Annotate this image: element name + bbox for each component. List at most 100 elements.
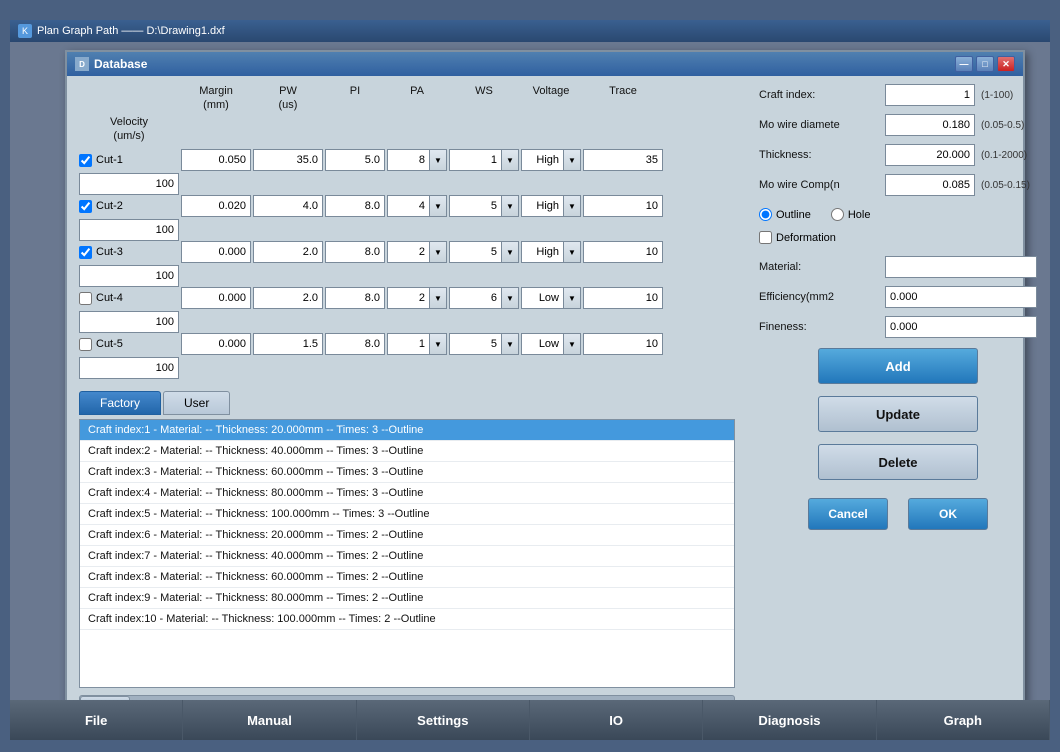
cut-checkbox-Cut-1[interactable] <box>79 154 92 167</box>
cut-margin-Cut-5[interactable] <box>181 333 251 355</box>
dialog-close-button[interactable]: ✕ <box>997 56 1015 72</box>
craft-index-input[interactable] <box>885 84 975 106</box>
cut-pa-arrow-Cut-3[interactable]: ▼ <box>429 241 447 263</box>
cut-pw-Cut-3[interactable] <box>253 241 323 263</box>
cut-ws-arrow-Cut-3[interactable]: ▼ <box>501 241 519 263</box>
material-input[interactable] <box>885 256 1037 278</box>
taskbar-item-manual[interactable]: Manual <box>183 700 356 740</box>
taskbar-item-diagnosis[interactable]: Diagnosis <box>703 700 876 740</box>
list-item-6[interactable]: Craft index:6 - Material: -- Thickness: … <box>80 525 734 546</box>
outline-radio[interactable] <box>759 208 772 221</box>
cut-voltage-arrow-Cut-1[interactable]: ▼ <box>563 149 581 171</box>
fineness-input[interactable] <box>885 316 1037 338</box>
taskbar-item-settings[interactable]: Settings <box>357 700 530 740</box>
cut-trace-Cut-2[interactable] <box>583 195 663 217</box>
cut-velocity-Cut-4[interactable] <box>79 311 179 333</box>
cut-velocity-Cut-5[interactable] <box>79 357 179 379</box>
cut-pi-Cut-5[interactable] <box>325 333 385 355</box>
update-button[interactable]: Update <box>818 396 978 432</box>
cut-ws-arrow-Cut-2[interactable]: ▼ <box>501 195 519 217</box>
cut-velocity-Cut-2[interactable] <box>79 219 179 241</box>
mo-wire-comp-input[interactable] <box>885 174 975 196</box>
cut-ws-Cut-3[interactable] <box>449 241 501 263</box>
cut-trace-Cut-3[interactable] <box>583 241 663 263</box>
dialog-minimize-button[interactable]: — <box>955 56 973 72</box>
efficiency-input[interactable] <box>885 286 1037 308</box>
thickness-input[interactable] <box>885 144 975 166</box>
list-item-4[interactable]: Craft index:4 - Material: -- Thickness: … <box>80 483 734 504</box>
cut-trace-Cut-4[interactable] <box>583 287 663 309</box>
cut-pa-arrow-Cut-1[interactable]: ▼ <box>429 149 447 171</box>
cut-velocity-Cut-1[interactable] <box>79 173 179 195</box>
ok-button[interactable]: OK <box>908 498 988 530</box>
cut-pw-Cut-4[interactable] <box>253 287 323 309</box>
cut-ws-arrow-Cut-5[interactable]: ▼ <box>501 333 519 355</box>
cut-pi-Cut-3[interactable] <box>325 241 385 263</box>
cut-pi-Cut-1[interactable] <box>325 149 385 171</box>
cut-voltage-arrow-Cut-4[interactable]: ▼ <box>563 287 581 309</box>
cut-pi-Cut-2[interactable] <box>325 195 385 217</box>
cut-pa-Cut-1[interactable] <box>387 149 429 171</box>
add-button[interactable]: Add <box>818 348 978 384</box>
taskbar-item-graph[interactable]: Graph <box>877 700 1050 740</box>
cut-pa-arrow-Cut-2[interactable]: ▼ <box>429 195 447 217</box>
hole-radio[interactable] <box>831 208 844 221</box>
cut-voltage-Cut-3[interactable] <box>521 241 563 263</box>
cancel-button[interactable]: Cancel <box>808 498 888 530</box>
cut-pa-Cut-2[interactable] <box>387 195 429 217</box>
cut-velocity-Cut-3[interactable] <box>79 265 179 287</box>
cut-trace-Cut-1[interactable] <box>583 149 663 171</box>
cut-margin-Cut-4[interactable] <box>181 287 251 309</box>
delete-button[interactable]: Delete <box>818 444 978 480</box>
craft-list[interactable]: Craft index:1 - Material: -- Thickness: … <box>79 419 735 688</box>
cut-pa-arrow-Cut-5[interactable]: ▼ <box>429 333 447 355</box>
cut-pw-Cut-2[interactable] <box>253 195 323 217</box>
cut-pa-Cut-4[interactable] <box>387 287 429 309</box>
cut-checkbox-Cut-2[interactable] <box>79 200 92 213</box>
cut-voltage-arrow-Cut-3[interactable]: ▼ <box>563 241 581 263</box>
taskbar-item-file[interactable]: File <box>10 700 183 740</box>
list-item-2[interactable]: Craft index:2 - Material: -- Thickness: … <box>80 441 734 462</box>
taskbar-item-io[interactable]: IO <box>530 700 703 740</box>
deformation-checkbox[interactable] <box>759 231 772 244</box>
list-item-1[interactable]: Craft index:1 - Material: -- Thickness: … <box>80 420 734 441</box>
dialog-maximize-button[interactable]: □ <box>976 56 994 72</box>
cut-ws-Cut-1[interactable] <box>449 149 501 171</box>
cut-margin-Cut-1[interactable] <box>181 149 251 171</box>
cut-pw-Cut-5[interactable] <box>253 333 323 355</box>
cut-ws-Cut-4[interactable] <box>449 287 501 309</box>
cut-voltage-Cut-4[interactable] <box>521 287 563 309</box>
list-item-5[interactable]: Craft index:5 - Material: -- Thickness: … <box>80 504 734 525</box>
cut-trace-Cut-5[interactable] <box>583 333 663 355</box>
cut-voltage-Cut-5[interactable] <box>521 333 563 355</box>
cut-voltage-Cut-1[interactable] <box>521 149 563 171</box>
cut-ws-arrow-Cut-1[interactable]: ▼ <box>501 149 519 171</box>
cut-ws-arrow-Cut-4[interactable]: ▼ <box>501 287 519 309</box>
list-item-3[interactable]: Craft index:3 - Material: -- Thickness: … <box>80 462 734 483</box>
cut-pa-arrow-Cut-4[interactable]: ▼ <box>429 287 447 309</box>
cut-voltage-Cut-2[interactable] <box>521 195 563 217</box>
cut-checkbox-Cut-4[interactable] <box>79 292 92 305</box>
cut-pa-Cut-3[interactable] <box>387 241 429 263</box>
mo-wire-diam-input[interactable] <box>885 114 975 136</box>
list-item-10[interactable]: Craft index:10 - Material: -- Thickness:… <box>80 609 734 630</box>
cut-margin-Cut-3[interactable] <box>181 241 251 263</box>
cut-pw-Cut-1[interactable] <box>253 149 323 171</box>
list-item-8[interactable]: Craft index:8 - Material: -- Thickness: … <box>80 567 734 588</box>
hole-radio-label[interactable]: Hole <box>831 208 871 221</box>
cut-voltage-arrow-Cut-5[interactable]: ▼ <box>563 333 581 355</box>
cut-pi-Cut-4[interactable] <box>325 287 385 309</box>
cut-ws-Cut-5[interactable] <box>449 333 501 355</box>
list-item-9[interactable]: Craft index:9 - Material: -- Thickness: … <box>80 588 734 609</box>
tab-user[interactable]: User <box>163 391 230 415</box>
outline-radio-label[interactable]: Outline <box>759 208 811 221</box>
list-item-7[interactable]: Craft index:7 - Material: -- Thickness: … <box>80 546 734 567</box>
cut-pa-Cut-5[interactable] <box>387 333 429 355</box>
cut-ws-Cut-2[interactable] <box>449 195 501 217</box>
cut-checkbox-Cut-3[interactable] <box>79 246 92 259</box>
left-panel: Margin(mm) PW(us) PI PA WS Voltage Trace… <box>67 76 747 718</box>
cut-voltage-arrow-Cut-2[interactable]: ▼ <box>563 195 581 217</box>
cut-checkbox-Cut-5[interactable] <box>79 338 92 351</box>
tab-factory[interactable]: Factory <box>79 391 161 415</box>
cut-margin-Cut-2[interactable] <box>181 195 251 217</box>
